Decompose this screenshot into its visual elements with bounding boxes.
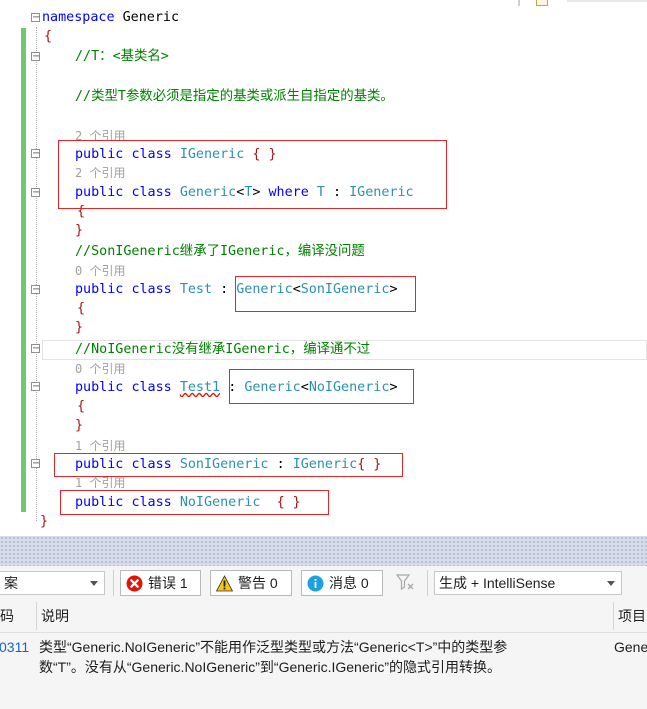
- errors-filter-button[interactable]: 错误 1: [120, 570, 201, 596]
- collapse-icon[interactable]: −: [31, 13, 40, 23]
- keyword: namespace: [42, 10, 115, 25]
- comment: //类型T参数必须是指定的基类或派生自指定的基类。: [75, 89, 394, 104]
- error-list-toolbar: 案 错误 1 警告 0 消息 0 生成 + IntelliSense: [0, 566, 647, 600]
- editor-top-strip: [518, 0, 647, 6]
- comment: //NoIGeneric没有继承IGeneric，编译通不过: [75, 342, 371, 357]
- annotation-box: [235, 276, 416, 312]
- code-line-comment[interactable]: //类型T参数必须是指定的基类或派生自指定的基类。: [75, 87, 394, 106]
- code-editor[interactable]: − − − − − − − − namespace Generic { //T：…: [0, 0, 647, 536]
- build-filter-value: 生成 + IntelliSense: [439, 575, 556, 591]
- collapse-icon[interactable]: −: [31, 382, 40, 392]
- column-header-code[interactable]: 码: [0, 600, 14, 632]
- brace: }: [75, 320, 84, 335]
- keyword: class: [131, 282, 172, 297]
- annotation-box: [58, 140, 447, 209]
- annotation-box: [229, 369, 414, 404]
- collapse-icon[interactable]: −: [31, 52, 40, 62]
- namespace-name: Generic: [122, 10, 180, 25]
- brace: {: [44, 29, 53, 44]
- panel-title-strip[interactable]: [0, 536, 647, 566]
- code-line-brace[interactable]: }: [75, 318, 83, 337]
- warnings-filter-button[interactable]: 警告 0: [210, 570, 292, 596]
- errors-count-label: 错误 1: [148, 575, 188, 591]
- code-line-namespace[interactable]: namespace Generic: [42, 8, 179, 27]
- divider: [113, 570, 114, 596]
- structure-guide-line: [36, 27, 37, 521]
- code-line-brace[interactable]: {: [44, 27, 52, 46]
- messages-filter-button[interactable]: 消息 0: [301, 570, 383, 596]
- table-row[interactable]: 0311 类型“Generic.NoIGeneric”不能用作泛型类型或方法“G…: [0, 633, 647, 679]
- code-line-brace[interactable]: }: [75, 221, 83, 240]
- codelens-references[interactable]: 1 个引用: [75, 438, 125, 454]
- error-list-header: 码 说明 项目: [0, 600, 647, 633]
- error-icon: [126, 575, 143, 592]
- punctuation: :: [220, 282, 229, 297]
- collapse-icon[interactable]: −: [31, 149, 40, 159]
- info-icon: [307, 575, 324, 592]
- collapse-icon[interactable]: −: [31, 459, 40, 469]
- brace: }: [40, 514, 49, 529]
- error-code-link[interactable]: 0311: [0, 637, 29, 657]
- codelens-references[interactable]: 0 个引用: [75, 361, 125, 377]
- chevron-down-icon: [90, 581, 98, 586]
- warning-icon: [216, 575, 233, 592]
- error-list-rows: 0311 类型“Generic.NoIGeneric”不能用作泛型类型或方法“G…: [0, 633, 647, 709]
- codelens-references[interactable]: 1 个引用: [75, 475, 125, 491]
- error-project: Gene: [614, 639, 647, 655]
- filter-icon[interactable]: [396, 573, 414, 591]
- code-line-comment[interactable]: //T：<基类名>: [75, 47, 169, 66]
- checkbox-icon: [536, 0, 548, 6]
- collapse-icon[interactable]: −: [31, 344, 40, 354]
- messages-count-label: 消息 0: [329, 575, 369, 591]
- column-header-project[interactable]: 项目: [618, 600, 646, 632]
- scope-dropdown[interactable]: 案: [0, 571, 105, 595]
- comment: //SonIGeneric继承了IGeneric，编译没问题: [75, 244, 365, 259]
- keyword: class: [131, 380, 172, 395]
- code-line-brace[interactable]: }: [75, 416, 83, 435]
- error-description: 数“T”。没有从“Generic.NoIGeneric”到“Generic.IG…: [39, 659, 502, 675]
- error-squiggle-type-name: Test1: [179, 380, 221, 395]
- column-header-description[interactable]: 说明: [41, 600, 69, 632]
- collapse-icon[interactable]: −: [31, 285, 40, 295]
- comment: //T：<基类名>: [75, 49, 169, 64]
- warnings-count-label: 警告 0: [238, 575, 278, 591]
- chevron-down-icon: [607, 581, 615, 586]
- brace: {: [77, 399, 86, 414]
- brace: }: [75, 223, 84, 238]
- codelens-references[interactable]: 0 个引用: [75, 263, 125, 279]
- change-tracking-bar: [21, 28, 26, 512]
- code-line-brace[interactable]: {: [77, 397, 85, 416]
- divider: [427, 570, 428, 596]
- collapse-icon[interactable]: −: [31, 188, 40, 198]
- code-line-brace[interactable]: {: [77, 299, 85, 318]
- code-line-comment[interactable]: //SonIGeneric继承了IGeneric，编译没问题: [75, 242, 365, 261]
- keyword: public: [75, 282, 124, 297]
- build-intellisense-dropdown[interactable]: 生成 + IntelliSense: [434, 571, 622, 595]
- column-divider[interactable]: [36, 602, 37, 630]
- column-divider[interactable]: [613, 602, 614, 630]
- code-line-comment[interactable]: //NoIGeneric没有继承IGeneric，编译通不过: [75, 340, 370, 359]
- brace: {: [77, 301, 86, 316]
- annotation-box: [60, 490, 329, 515]
- brace: }: [75, 418, 84, 433]
- code-line-brace[interactable]: }: [40, 512, 48, 531]
- keyword: public: [75, 380, 124, 395]
- scope-value: 案: [4, 575, 18, 591]
- annotation-box: [54, 453, 403, 477]
- type-name: Test: [179, 282, 213, 297]
- error-description: 类型“Generic.NoIGeneric”不能用作泛型类型或方法“Generi…: [39, 639, 508, 655]
